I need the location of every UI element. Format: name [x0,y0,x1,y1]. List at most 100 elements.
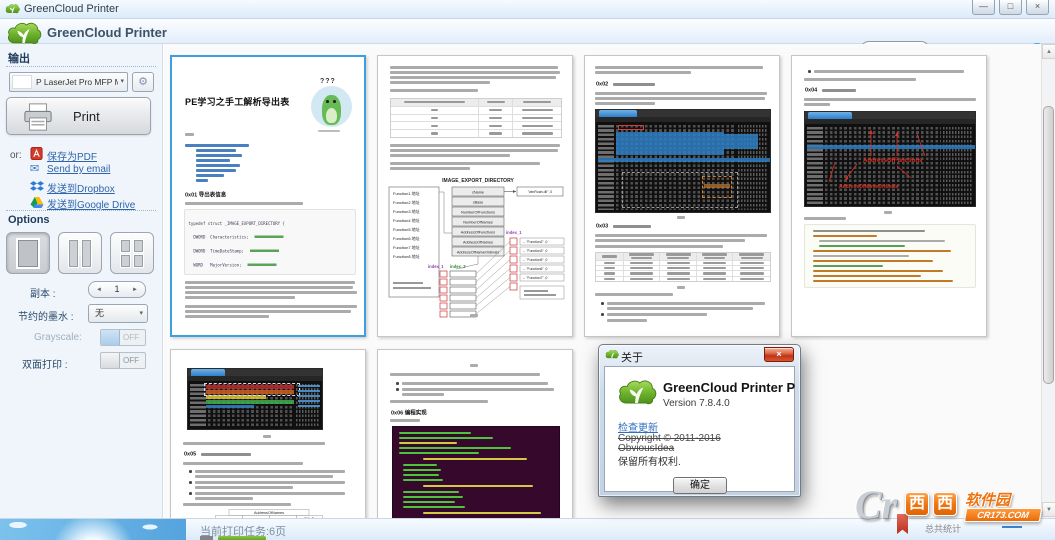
text-line [390,373,540,376]
send-dropbox-link[interactable]: 发送到Dropbox [47,180,115,195]
text-line [489,117,502,119]
diagram-field: NumberOfNames [463,221,493,225]
cloud-sky-image [0,519,186,540]
stepper-decrement-icon[interactable]: ◄ [96,282,102,298]
layout-2up-button[interactable] [58,232,102,274]
printer-select[interactable]: P LaserJet Pro MFP M125-l ▾ [9,72,128,92]
console-line [399,432,471,434]
toc-link-line [196,154,242,157]
duplex-toggle[interactable]: OFF [100,352,146,369]
layout-2up-glyph [82,240,91,267]
print-button[interactable]: Print [6,97,151,135]
table-cell [733,277,770,281]
layout-2up-glyph [69,240,78,267]
page-thumbnail-6[interactable]: 0x06 编程实现 [377,349,573,518]
code-line-bar [813,280,953,282]
text-line [487,101,505,103]
dialog-close-button[interactable]: × [764,347,794,362]
pdf-icon [30,147,44,160]
text-line [183,462,303,465]
page-thumbnail-3[interactable]: 0x02 0x03 [584,55,780,337]
text-line [390,400,488,403]
text-line [390,89,478,92]
dino-belly [326,108,337,123]
diagram-field: cBase [473,201,484,205]
hex-ascii-link-line [298,385,320,387]
data-table [390,98,562,138]
text-line [185,281,355,284]
print-label: Print [73,109,100,124]
code-line-bar [813,235,877,237]
bullet-dot [601,302,604,305]
page-thumbnail-2[interactable]: IMAGE_EXPORT_DIRECTORY Function1 地址 Func… [377,55,573,337]
console-line [399,437,493,439]
text-line [431,125,438,127]
code-line-bar [819,240,945,242]
table-cell [660,261,697,265]
text-line [522,117,553,119]
text-line [523,101,552,103]
save-pdf-link[interactable]: 保存为PDF [47,148,97,163]
send-gdrive-link[interactable]: 发送到Google Drive [47,196,135,211]
code-line-bar [813,270,943,272]
table-cell [596,266,624,270]
scroll-up-button[interactable]: ▲ [1042,44,1055,59]
dino-figure [322,95,341,125]
app-window: GreenCloud Printer — □ × ✎PE学习之手工解析导出表-6… [0,0,1055,540]
text-line [522,125,553,127]
minimize-button[interactable]: — [972,0,995,15]
table-cell [479,130,513,137]
layout-4up-button[interactable] [110,232,154,274]
bullet-dot [396,382,399,385]
diagram-label: Function8 地址 [393,253,420,259]
page-thumbnail-4[interactable]: 0x04 [791,55,987,337]
page-thumbnail-5[interactable]: 0x05 AddressOfNames index_1 RVA [170,349,366,518]
diagram-label: Function2 地址 [393,199,420,205]
text-line [741,257,763,259]
text-line [740,272,764,274]
table-header-cell [596,253,624,260]
code-block: typedef struct _IMAGE_EXPORT_DIRECTORY {… [184,209,356,275]
table-cell [660,277,697,281]
text-line [703,272,726,274]
grayscale-toggle[interactable]: OFF [100,329,146,346]
hex-highlight-blue-row [206,405,254,408]
caption-line [677,286,685,289]
caption-line [677,216,685,219]
layout-1up-button[interactable] [6,232,50,274]
preview-scrollbar[interactable]: ▲ ▼ [1041,44,1055,518]
send-email-link[interactable]: Send by email [47,164,110,175]
text-line [195,475,333,478]
table-row [391,122,561,130]
page-thumbnail-1[interactable]: PE学习之手工解析导出表 ??? 0x01 导出表信息 typ [170,55,366,337]
caption-line [470,364,478,367]
text-line [607,313,707,316]
table-cell [697,261,734,265]
export-directory-diagram: IMAGE_EXPORT_DIRECTORY Function1 地址 Func… [386,174,566,334]
console-line [423,458,527,460]
hex-editor-screenshot [595,109,771,213]
toc-link-line [185,144,249,147]
close-button[interactable]: × [1026,0,1049,15]
google-drive-icon [30,196,44,209]
maximize-button[interactable]: □ [999,0,1022,15]
text-line [804,98,976,101]
section-heading: 0x03 [596,223,608,229]
table-header-cell [660,253,697,260]
table-cell [596,271,624,275]
scrollbar-thumb[interactable] [1043,106,1054,384]
table-header-cell [479,99,513,106]
diagram-fn-label: → "Function2" ,0 [522,240,548,244]
printer-settings-button[interactable]: ⚙ [132,72,154,92]
table-cell [513,122,561,129]
text-line [607,307,753,310]
hex-highlight-dashed-box [204,383,300,396]
ok-button[interactable]: 确定 [673,477,727,494]
copies-stepper[interactable]: ◄ 1 ► [88,281,146,298]
check-update-link[interactable]: 检查更新 [618,419,658,434]
section-heading: 0x02 [596,81,608,87]
ink-saving-label: 节约的墨水 : [18,308,74,323]
ink-saving-select[interactable]: 无 ▾ [88,304,148,323]
stepper-increment-icon[interactable]: ► [132,282,138,298]
table-cell [479,122,513,129]
